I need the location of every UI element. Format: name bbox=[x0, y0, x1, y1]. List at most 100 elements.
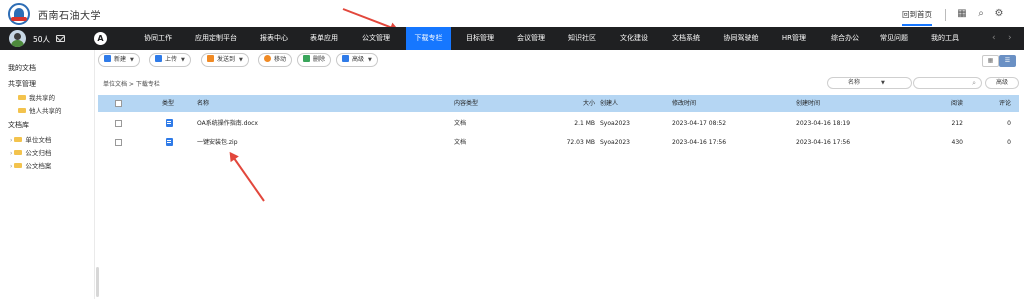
col-modified[interactable]: 修改时间 bbox=[672, 95, 696, 112]
move-button[interactable]: 移动 bbox=[258, 53, 293, 67]
nav-item-forms[interactable]: 表单应用 bbox=[302, 27, 346, 50]
sidebar-my-docs[interactable]: 我的文档 bbox=[8, 63, 36, 73]
content-type: 文档 bbox=[454, 120, 467, 127]
sidebar-shared[interactable]: 共享管理 bbox=[8, 79, 36, 89]
breadcrumb[interactable]: 单位文档 > 下载专栏 bbox=[103, 79, 160, 88]
new-doc-icon bbox=[104, 55, 111, 62]
divider bbox=[945, 9, 946, 21]
folder-icon bbox=[14, 163, 23, 168]
advanced-icon bbox=[342, 55, 349, 62]
advanced-button[interactable]: 高级 ▼ bbox=[336, 53, 378, 67]
nav-item-meetings[interactable]: 会议管理 bbox=[509, 27, 553, 50]
table-header: 类型 名称 内容类型 大小 创建人 修改时间 创建时间 阅读 评论 bbox=[98, 95, 1019, 112]
chevron-right-icon[interactable]: › bbox=[10, 137, 12, 144]
advanced-search-button[interactable]: 高级 bbox=[985, 77, 1019, 89]
chevron-down-icon: ▼ bbox=[881, 80, 885, 86]
chevron-right-icon[interactable]: › bbox=[10, 163, 12, 170]
list-view-toggle[interactable]: ☰ bbox=[999, 55, 1016, 67]
creator: Syoa2023 bbox=[600, 139, 630, 146]
nav-item-culture[interactable]: 文化建设 bbox=[612, 27, 656, 50]
row-checkbox[interactable] bbox=[115, 120, 122, 127]
online-user-count[interactable]: 50人 bbox=[33, 34, 50, 45]
gear-icon[interactable]: ⚙ bbox=[993, 8, 1005, 20]
send-icon bbox=[207, 55, 214, 62]
nav-item-my-tools[interactable]: 我的工具 bbox=[923, 27, 967, 50]
col-created[interactable]: 创建时间 bbox=[796, 95, 820, 112]
modified-time: 2023-04-16 17:56 bbox=[672, 139, 727, 146]
nav-item-goals[interactable]: 目标管理 bbox=[458, 27, 502, 50]
top-bar: 西南石油大学 回到首页 ▦ ⌕ ⚙ bbox=[0, 0, 1024, 27]
folder-icon bbox=[14, 150, 23, 155]
nav-item-app-platform[interactable]: 应用定制平台 bbox=[188, 27, 244, 50]
delete-button[interactable]: 删除 bbox=[297, 53, 332, 67]
home-link[interactable]: 回到首页 bbox=[902, 9, 932, 26]
send-to-button[interactable]: 发送到 ▼ bbox=[201, 53, 249, 67]
table-row[interactable]: 一键安装包.zip 文档 72.03 MB Syoa2023 2023-04-1… bbox=[98, 134, 1019, 151]
nav-next-icon[interactable]: › bbox=[1008, 33, 1012, 43]
file-size: 2.1 MB bbox=[574, 120, 595, 127]
search-input[interactable]: ⌕ bbox=[913, 77, 982, 89]
table-row[interactable]: OA系统操作指南.docx 文档 2.1 MB Syoa2023 2023-04… bbox=[98, 115, 1019, 132]
comment-count: 0 bbox=[1007, 120, 1011, 127]
row-checkbox[interactable] bbox=[115, 139, 122, 146]
grid-icon[interactable]: ▦ bbox=[956, 8, 968, 20]
sidebar-library[interactable]: 文档库 bbox=[8, 120, 29, 130]
col-views[interactable]: 阅读 bbox=[945, 95, 963, 112]
nav-item-collab[interactable]: 协同工作 bbox=[136, 27, 180, 50]
created-time: 2023-04-16 18:19 bbox=[796, 120, 851, 127]
view-count: 430 bbox=[951, 139, 963, 146]
nav-item-faq[interactable]: 常见问题 bbox=[872, 27, 916, 50]
main-nav-bar: 50人 A 协同工作 应用定制平台 报表中心 表单应用 公文管理 下载专栏 目标… bbox=[0, 27, 1024, 50]
nav-item-reports[interactable]: 报表中心 bbox=[252, 27, 296, 50]
sort-select[interactable]: 名称 ▼ bbox=[827, 77, 912, 89]
search-icon[interactable]: ⌕ bbox=[975, 8, 987, 20]
file-size: 72.03 MB bbox=[566, 139, 595, 146]
chevron-down-icon: ▼ bbox=[368, 57, 372, 63]
upload-button[interactable]: 上传 ▼ bbox=[149, 53, 191, 67]
file-name[interactable]: OA系统操作指南.docx bbox=[197, 115, 258, 132]
university-logo bbox=[8, 3, 30, 25]
col-comments[interactable]: 评论 bbox=[991, 95, 1011, 112]
nav-item-knowledge[interactable]: 知识社区 bbox=[560, 27, 604, 50]
nav-prev-icon[interactable]: ‹ bbox=[992, 33, 996, 43]
move-icon bbox=[264, 55, 271, 62]
select-all-checkbox[interactable] bbox=[115, 100, 122, 107]
new-button[interactable]: 新建 ▼ bbox=[98, 53, 140, 67]
nav-item-documents[interactable]: 公文管理 bbox=[354, 27, 398, 50]
col-creator[interactable]: 创建人 bbox=[600, 95, 618, 112]
search-icon[interactable]: ⌕ bbox=[972, 78, 976, 88]
content-type: 文档 bbox=[454, 139, 467, 146]
col-name[interactable]: 名称 bbox=[197, 95, 209, 112]
file-name[interactable]: 一键安装包.zip bbox=[197, 134, 238, 151]
view-count: 212 bbox=[951, 120, 963, 127]
sidebar-item-my-shared[interactable]: 我共享的 bbox=[18, 92, 55, 102]
trash-icon bbox=[303, 55, 310, 62]
col-type[interactable]: 类型 bbox=[162, 95, 174, 112]
sidebar: 我的文档 共享管理 我共享的 他人共享的 文档库 › 单位文档 › 公文归档 › 公文… bbox=[0, 50, 95, 299]
app-logo-icon[interactable]: A bbox=[94, 32, 107, 45]
sidebar-item-unit-docs[interactable]: › 单位文档 bbox=[10, 134, 51, 144]
folder-icon bbox=[14, 137, 23, 142]
col-size[interactable]: 大小 bbox=[580, 95, 595, 112]
sidebar-item-archive[interactable]: › 公文归档 bbox=[10, 147, 51, 157]
chevron-down-icon: ▼ bbox=[130, 57, 134, 63]
sidebar-item-records[interactable]: › 公文档案 bbox=[10, 160, 51, 170]
avatar[interactable] bbox=[9, 30, 26, 47]
nav-item-hr[interactable]: HR管理 bbox=[772, 27, 816, 50]
school-name: 西南石油大学 bbox=[38, 11, 101, 22]
annotation-arrow bbox=[229, 152, 265, 202]
creator: Syoa2023 bbox=[600, 120, 630, 127]
grid-view-toggle[interactable]: ▦ bbox=[982, 55, 999, 67]
chevron-right-icon[interactable]: › bbox=[10, 150, 12, 157]
nav-item-doc-system[interactable]: 文档系统 bbox=[664, 27, 708, 50]
nav-item-office[interactable]: 综合办公 bbox=[823, 27, 867, 50]
mail-icon[interactable] bbox=[56, 35, 65, 42]
col-content-type[interactable]: 内容类型 bbox=[454, 95, 478, 112]
sidebar-item-others-shared[interactable]: 他人共享的 bbox=[18, 105, 62, 115]
nav-item-download[interactable]: 下载专栏 bbox=[406, 27, 451, 50]
chevron-down-icon: ▼ bbox=[239, 57, 243, 63]
nav-item-cockpit[interactable]: 协同驾驶舱 bbox=[716, 27, 766, 50]
sidebar-scrollbar[interactable] bbox=[96, 267, 99, 297]
docx-file-icon bbox=[166, 119, 173, 127]
comment-count: 0 bbox=[1007, 139, 1011, 146]
